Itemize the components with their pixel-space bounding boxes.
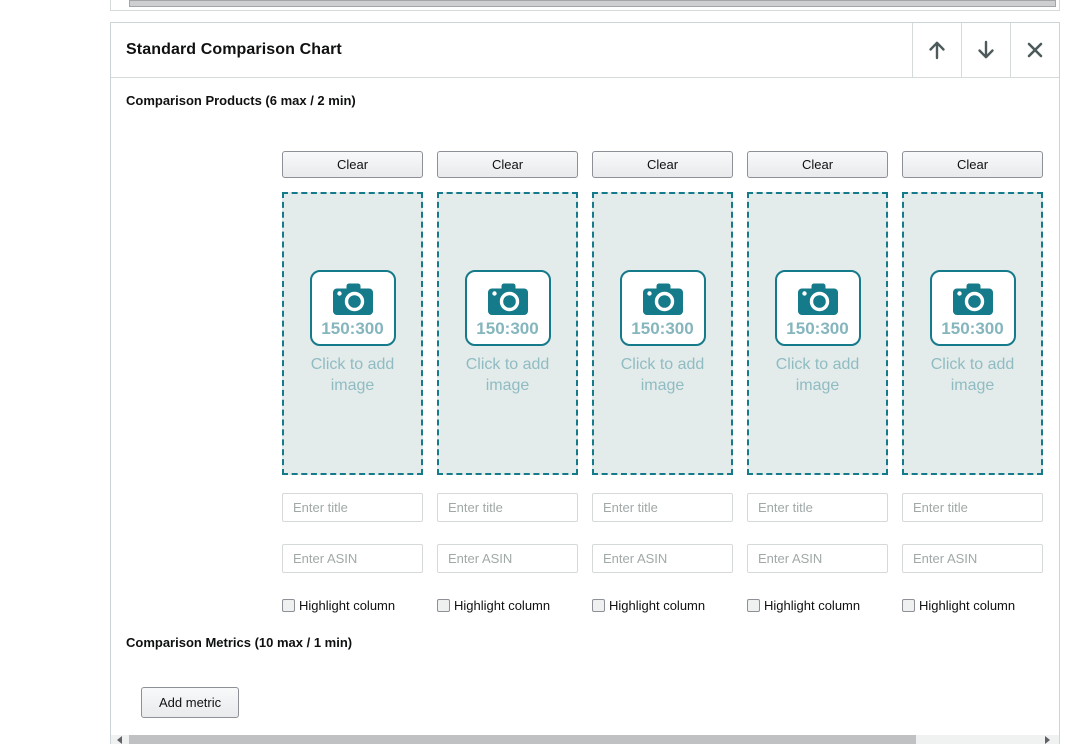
highlight-column-control[interactable]: Highlight column bbox=[437, 598, 578, 613]
image-prompt-label: Click to add image bbox=[465, 356, 550, 394]
product-column: Clear 150:300 Click to add image Highlig… bbox=[592, 151, 733, 613]
hscrollbar-thumb[interactable] bbox=[129, 735, 916, 744]
move-up-button[interactable] bbox=[912, 23, 961, 77]
product-column: Clear 150:300 Click to add image Highlig… bbox=[437, 151, 578, 613]
metrics-section-label: Comparison Metrics (10 max / 1 min) bbox=[126, 635, 353, 650]
camera-icon bbox=[797, 283, 838, 316]
asin-input[interactable] bbox=[592, 544, 733, 573]
highlight-label: Highlight column bbox=[454, 598, 551, 613]
clear-button[interactable]: Clear bbox=[282, 151, 423, 178]
highlight-column-control[interactable]: Highlight column bbox=[902, 598, 1043, 613]
image-prompt-label: Click to add image bbox=[775, 356, 860, 394]
image-prompt-label: Click to add image bbox=[310, 356, 395, 394]
hscrollbar-right-arrow-icon[interactable] bbox=[1045, 736, 1050, 744]
camera-icon bbox=[487, 283, 528, 316]
camera-icon bbox=[952, 283, 993, 316]
product-column: Clear 150:300 Click to add image Highlig… bbox=[282, 151, 423, 613]
hscrollbar-left-arrow-icon[interactable] bbox=[117, 736, 122, 744]
arrow-down-icon bbox=[978, 40, 994, 59]
module-header: Standard Comparison Chart bbox=[111, 23, 1059, 78]
asin-input[interactable] bbox=[282, 544, 423, 573]
image-dropzone[interactable]: 150:300 Click to add image bbox=[592, 192, 733, 475]
clear-button[interactable]: Clear bbox=[902, 151, 1043, 178]
product-column: Clear 150:300 Click to add image Highlig… bbox=[747, 151, 888, 613]
image-upload-box: 150:300 bbox=[929, 270, 1016, 347]
product-columns: Clear 150:300 Click to add image Highlig… bbox=[282, 151, 1043, 613]
highlight-checkbox[interactable] bbox=[902, 599, 915, 612]
asin-input[interactable] bbox=[437, 544, 578, 573]
highlight-checkbox[interactable] bbox=[437, 599, 450, 612]
module-title: Standard Comparison Chart bbox=[126, 41, 342, 58]
hscrollbar[interactable] bbox=[111, 735, 1059, 744]
image-upload-box: 150:300 bbox=[464, 270, 551, 347]
image-dropzone[interactable]: 150:300 Click to add image bbox=[437, 192, 578, 475]
highlight-checkbox[interactable] bbox=[747, 599, 760, 612]
highlight-column-control[interactable]: Highlight column bbox=[747, 598, 888, 613]
asin-input[interactable] bbox=[747, 544, 888, 573]
highlight-label: Highlight column bbox=[764, 598, 861, 613]
close-button[interactable] bbox=[1010, 23, 1059, 77]
product-column: Clear 150:300 Click to add image Highlig… bbox=[902, 151, 1043, 613]
previous-module-edge bbox=[110, 0, 1060, 11]
products-section-label: Comparison Products (6 max / 2 min) bbox=[126, 93, 356, 108]
highlight-label: Highlight column bbox=[299, 598, 396, 613]
highlight-column-control[interactable]: Highlight column bbox=[592, 598, 733, 613]
highlight-column-control[interactable]: Highlight column bbox=[282, 598, 423, 613]
camera-icon bbox=[642, 283, 683, 316]
image-dropzone[interactable]: 150:300 Click to add image bbox=[282, 192, 423, 475]
image-dropzone[interactable]: 150:300 Click to add image bbox=[747, 192, 888, 475]
asin-input[interactable] bbox=[902, 544, 1043, 573]
highlight-checkbox[interactable] bbox=[282, 599, 295, 612]
close-icon bbox=[1027, 42, 1043, 58]
standard-comparison-chart-module: Standard Comparison Chart Comparison Pro… bbox=[110, 22, 1060, 744]
title-input[interactable] bbox=[592, 493, 733, 522]
image-prompt-label: Click to add image bbox=[620, 356, 705, 394]
highlight-checkbox[interactable] bbox=[592, 599, 605, 612]
title-input[interactable] bbox=[437, 493, 578, 522]
image-ratio-label: 150:300 bbox=[786, 319, 849, 339]
previous-module-hscrollbar-thumb[interactable] bbox=[129, 0, 1056, 7]
image-upload-box: 150:300 bbox=[774, 270, 861, 347]
image-ratio-label: 150:300 bbox=[631, 319, 694, 339]
image-upload-box: 150:300 bbox=[619, 270, 706, 347]
image-prompt-label: Click to add image bbox=[930, 356, 1015, 394]
arrow-up-icon bbox=[929, 41, 945, 60]
title-input[interactable] bbox=[902, 493, 1043, 522]
image-ratio-label: 150:300 bbox=[941, 319, 1004, 339]
add-metric-button[interactable]: Add metric bbox=[141, 687, 240, 718]
image-ratio-label: 150:300 bbox=[476, 319, 539, 339]
move-down-button[interactable] bbox=[961, 23, 1010, 77]
page: { "module": { "title": "Standard Compari… bbox=[0, 0, 1074, 744]
image-dropzone[interactable]: 150:300 Click to add image bbox=[902, 192, 1043, 475]
camera-icon bbox=[332, 283, 373, 316]
image-upload-box: 150:300 bbox=[309, 270, 396, 347]
title-input[interactable] bbox=[747, 493, 888, 522]
clear-button[interactable]: Clear bbox=[747, 151, 888, 178]
highlight-label: Highlight column bbox=[919, 598, 1016, 613]
title-input[interactable] bbox=[282, 493, 423, 522]
clear-button[interactable]: Clear bbox=[437, 151, 578, 178]
clear-button[interactable]: Clear bbox=[592, 151, 733, 178]
image-ratio-label: 150:300 bbox=[321, 319, 384, 339]
highlight-label: Highlight column bbox=[609, 598, 706, 613]
module-header-buttons bbox=[912, 23, 1059, 77]
